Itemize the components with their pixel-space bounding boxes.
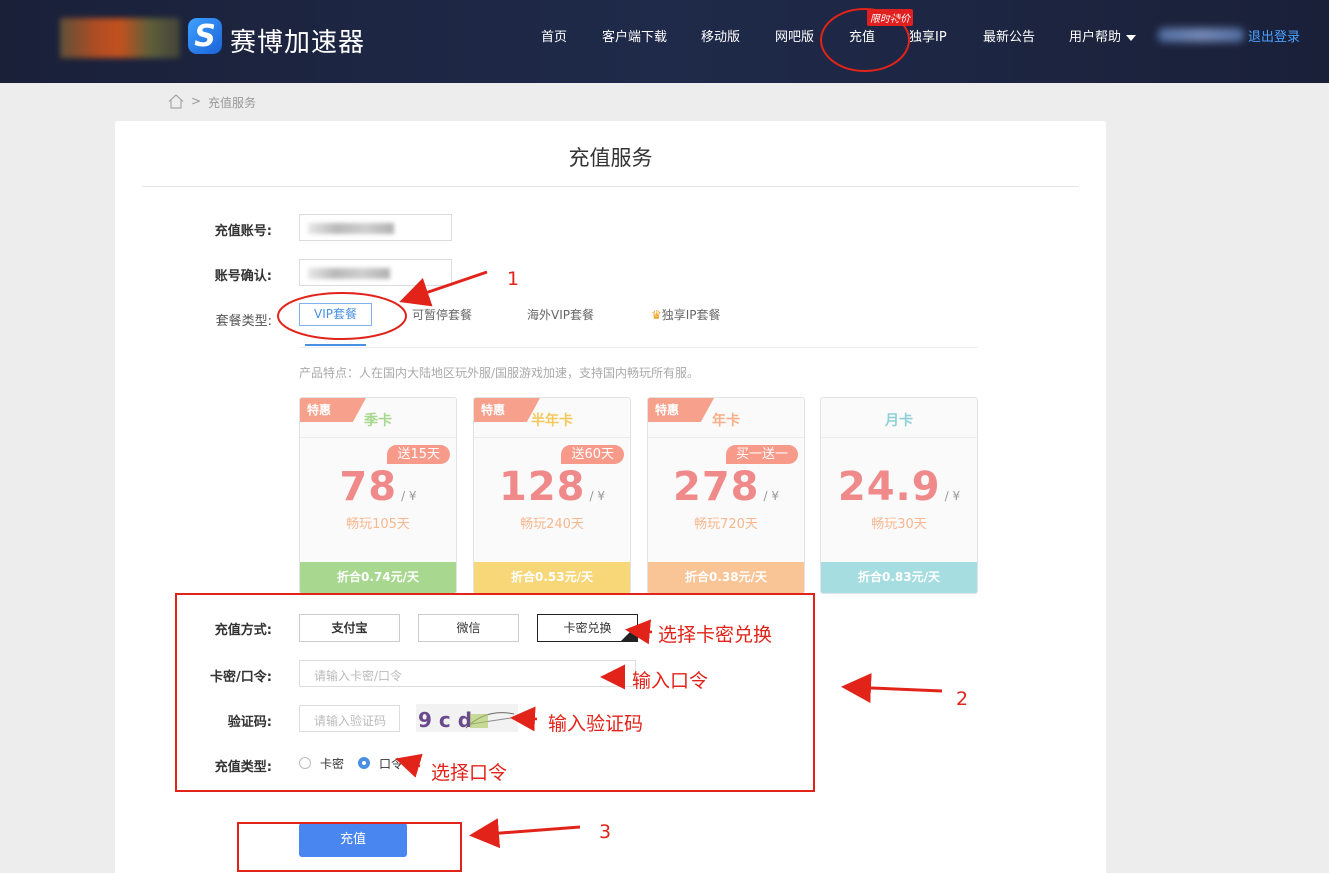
crown-icon: ♛ (651, 308, 662, 322)
price-unit: / ¥ (763, 489, 780, 503)
caret-down-icon (1126, 34, 1137, 41)
plan-card-halfyear[interactable]: 特惠 半年卡 送60天 128/ ¥ 畅玩240天 折合0.53元/天 (473, 397, 631, 594)
product-feature-text: 产品特点：人在国内大陆地区玩外服/国服游戏加速，支持国内畅玩所有服。 (299, 366, 700, 380)
plan-header-divider (474, 437, 630, 438)
tab-overseas-vip[interactable]: 海外VIP套餐 (527, 306, 594, 323)
annotation-enter-code: 输入口令 (632, 670, 709, 692)
partner-logo-blurred (60, 18, 180, 58)
tab-vip[interactable]: VIP套餐 (299, 303, 372, 326)
plan-card-yearly[interactable]: 特惠 年卡 买一送一 278/ ¥ 畅玩720天 折合0.38元/天 (647, 397, 805, 594)
bonus-bubble: 送15天 (387, 445, 450, 464)
home-icon[interactable] (168, 94, 184, 109)
nav-client-download[interactable]: 客户端下载 (602, 26, 667, 45)
annotation-select-card: 选择卡密兑换 (658, 624, 773, 646)
tab-divider (299, 347, 978, 348)
plan-name: 年卡 (712, 413, 740, 429)
price-number: 128 (499, 464, 586, 510)
confirm-account-input[interactable] (299, 259, 452, 286)
annotation-enter-captcha: 输入验证码 (548, 713, 644, 735)
bonus-bubble: 买一送一 (725, 445, 798, 464)
price-unit: / ¥ (589, 489, 606, 503)
plan-header-divider (300, 437, 456, 438)
plan-days: 畅玩30天 (871, 517, 927, 532)
page-title: 充值服务 (568, 146, 653, 170)
annotation-step-2: 2 (956, 688, 969, 710)
tab-pausable[interactable]: 可暂停套餐 (412, 306, 472, 323)
nav-home[interactable]: 首页 (541, 26, 567, 45)
nav-user-help-label: 用户帮助 (1069, 30, 1122, 45)
account-label: 充值账号: (214, 224, 272, 239)
plan-header-divider (821, 437, 977, 438)
plan-price: 78/ ¥ (300, 464, 456, 510)
annotation-select-code: 选择口令 (431, 762, 508, 784)
package-type-label: 套餐类型: (215, 314, 272, 329)
price-number: 78 (339, 464, 398, 510)
limited-offer-badge: 限时特价 (867, 9, 913, 26)
annotation-step-1: 1 (507, 268, 520, 290)
brand-name[interactable]: 赛博加速器 (230, 22, 365, 59)
nav-announcements[interactable]: 最新公告 (983, 26, 1035, 45)
plan-days: 畅玩240天 (520, 517, 584, 532)
plan-name: 季卡 (364, 413, 392, 429)
tab-dedicated-ip-label: 独享IP套餐 (661, 308, 721, 322)
price-number: 278 (673, 464, 760, 510)
plan-name: 半年卡 (531, 413, 573, 429)
brand-logo-icon[interactable]: S (188, 18, 222, 54)
active-tab-indicator (305, 344, 366, 346)
highlight-box-submit (237, 822, 462, 872)
plan-card-quarterly[interactable]: 特惠 季卡 送15天 78/ ¥ 畅玩105天 折合0.74元/天 (299, 397, 457, 594)
confirm-account-label: 账号确认: (214, 269, 272, 284)
confirm-value-blurred (308, 268, 390, 279)
plan-price: 24.9/ ¥ (821, 464, 977, 510)
breadcrumb-current: 充值服务 (208, 96, 257, 110)
nav-mobile[interactable]: 移动版 (701, 26, 740, 45)
plan-price: 128/ ¥ (474, 464, 630, 510)
per-day-price: 折合0.38元/天 (648, 562, 804, 593)
username-blurred (1158, 28, 1244, 42)
account-value-blurred (308, 223, 394, 234)
plan-name: 月卡 (885, 413, 913, 429)
per-day-price: 折合0.83元/天 (821, 562, 977, 593)
plan-header-divider (648, 437, 804, 438)
per-day-price: 折合0.74元/天 (300, 562, 456, 593)
price-number: 24.9 (837, 464, 941, 510)
nav-netcafe[interactable]: 网吧版 (775, 26, 814, 45)
plan-days: 畅玩105天 (346, 517, 410, 532)
price-unit: / ¥ (944, 489, 961, 503)
nav-user-help[interactable]: 用户帮助 (1069, 26, 1137, 45)
per-day-price: 折合0.53元/天 (474, 562, 630, 593)
price-unit: / ¥ (401, 489, 417, 503)
logout-link[interactable]: 退出登录 (1248, 26, 1300, 45)
bonus-bubble: 送60天 (561, 445, 624, 464)
account-input[interactable] (299, 214, 452, 241)
tab-dedicated-ip[interactable]: ♛独享IP套餐 (651, 306, 721, 323)
plan-card-monthly[interactable]: 月卡 24.9/ ¥ 畅玩30天 折合0.83元/天 (820, 397, 978, 594)
plan-days: 畅玩720天 (694, 517, 758, 532)
title-divider (142, 186, 1079, 187)
nav-recharge[interactable]: 充值 (849, 26, 875, 45)
nav-dedicated-ip[interactable]: 独享IP (909, 26, 947, 45)
plan-price: 278/ ¥ (648, 464, 804, 510)
annotation-step-3: 3 (599, 821, 612, 843)
breadcrumb-separator: > (191, 94, 202, 108)
